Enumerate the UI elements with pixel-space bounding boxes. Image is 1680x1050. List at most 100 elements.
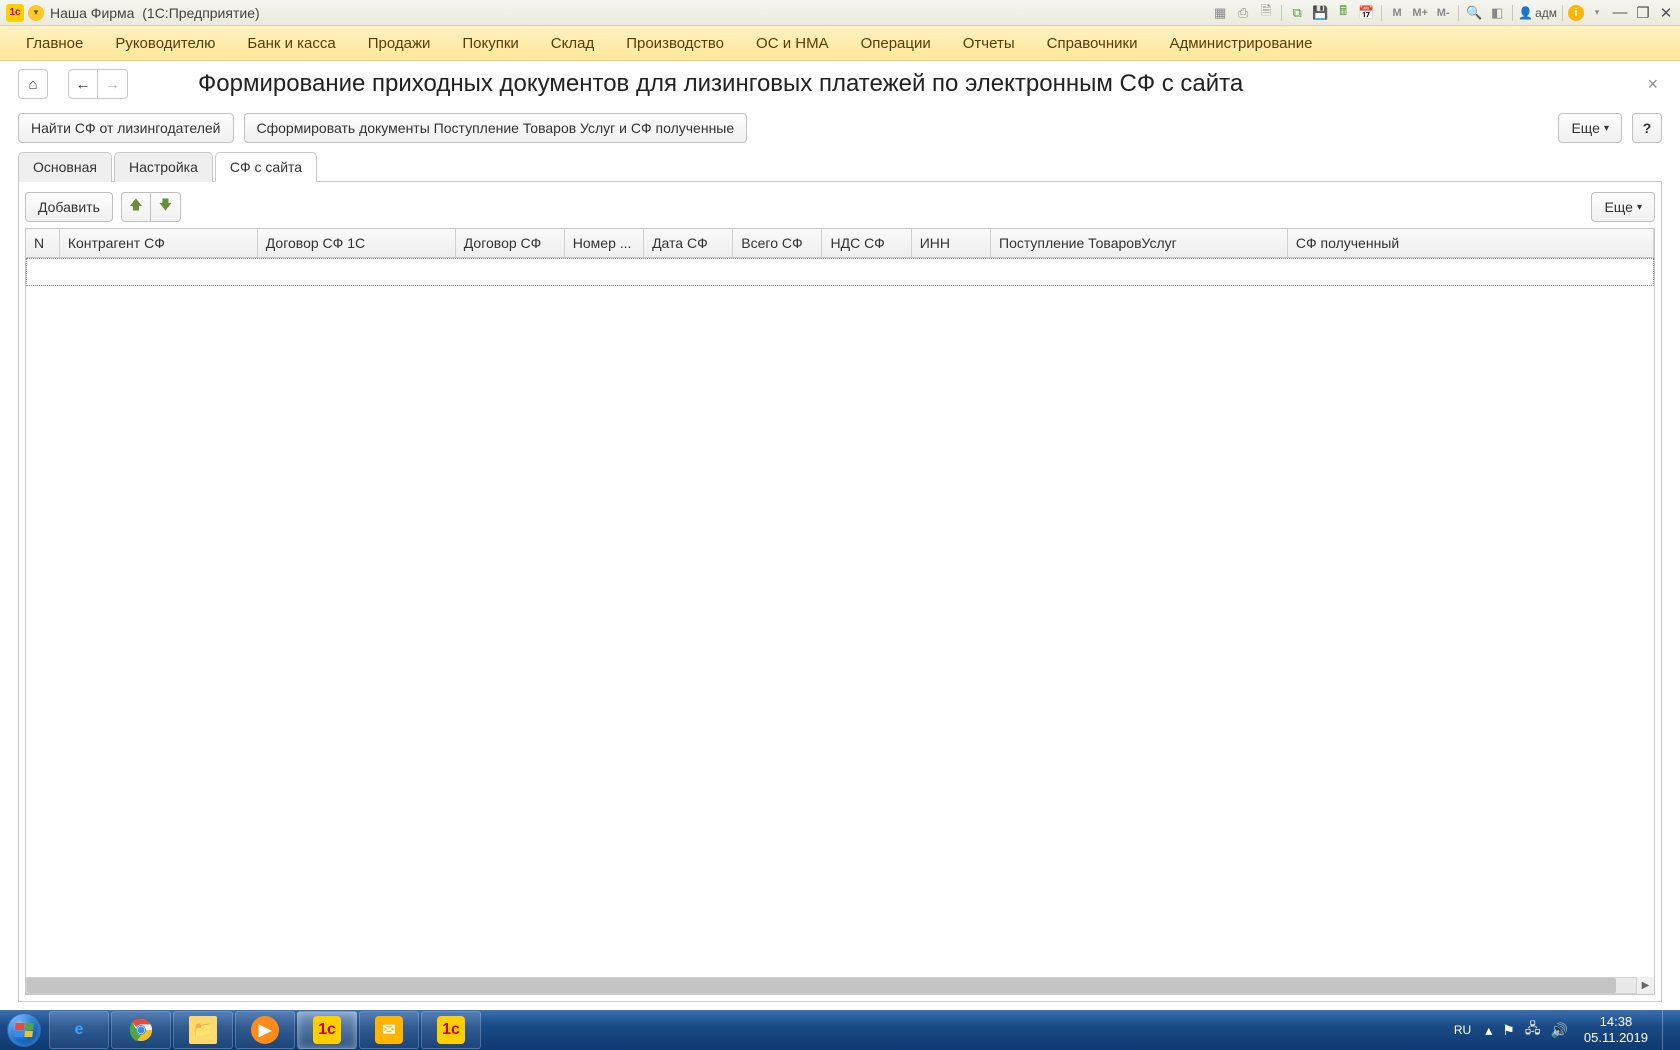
calculator-icon[interactable]: 🖩 (1333, 4, 1353, 22)
mail-icon: ✉ (375, 1016, 403, 1044)
user-icon: 👤 (1518, 6, 1533, 20)
forward-button[interactable]: → (98, 69, 128, 99)
home-button[interactable]: ⌂ (18, 69, 48, 99)
table-body[interactable] (26, 258, 1654, 977)
clock-date: 05.11.2019 (1584, 1030, 1648, 1046)
column-header-10[interactable]: СФ полученный (1288, 229, 1654, 257)
info-icon[interactable]: i (1568, 5, 1584, 21)
column-header-4[interactable]: Номер ... (565, 229, 644, 257)
menu-item-2[interactable]: Банк и касса (231, 27, 351, 60)
network-icon[interactable]: 🖧 (1525, 1018, 1541, 1042)
horizontal-scrollbar[interactable]: ▶ (26, 977, 1654, 994)
data-table[interactable]: NКонтрагент СФДоговор СФ 1СДоговор СФНом… (25, 228, 1655, 995)
tab-2[interactable]: СФ с сайта (215, 152, 317, 182)
add-button[interactable]: Добавить (25, 192, 113, 222)
menu-item-1[interactable]: Руководителю (99, 27, 231, 60)
tray-chevron-up-icon[interactable]: ▴ (1485, 1022, 1492, 1039)
menu-item-6[interactable]: Производство (610, 27, 740, 60)
more-button[interactable]: Еще▾ (1558, 113, 1622, 143)
taskbar-1c-2[interactable]: 1c (421, 1011, 481, 1049)
scroll-right-icon[interactable]: ▶ (1637, 977, 1654, 994)
flag-icon[interactable]: ⚑ (1502, 1022, 1515, 1039)
column-header-9[interactable]: Поступление ТоваровУслуг (991, 229, 1288, 257)
chevron-down-icon: ▾ (1637, 202, 1642, 213)
close-page-button[interactable]: × (1643, 70, 1662, 99)
show-desktop-button[interactable] (1662, 1010, 1674, 1050)
action-row: Найти СФ от лизингодателей Сформировать … (18, 113, 1662, 143)
search-icon[interactable]: 🔍 (1464, 4, 1484, 22)
title-bar: 1c ▾ Наша Фирма (1С:Предприятие) ▦ ⎙ 🗎 ⧉… (0, 0, 1680, 26)
taskbar-chrome[interactable] (111, 1011, 171, 1049)
minimize-button[interactable]: — (1610, 4, 1630, 21)
table-focus-row[interactable] (26, 258, 1654, 286)
tab-1[interactable]: Настройка (114, 152, 213, 182)
start-button[interactable] (0, 1010, 48, 1050)
app-menu-dropdown-icon[interactable]: ▾ (28, 5, 44, 21)
back-button[interactable]: ← (68, 69, 98, 99)
preview-icon[interactable]: ▦ (1210, 4, 1230, 22)
maximize-button[interactable]: ❐ (1633, 4, 1653, 22)
volume-icon[interactable]: 🔊 (1550, 1022, 1567, 1039)
save-icon[interactable]: 💾 (1310, 4, 1330, 22)
taskbar-media[interactable]: ▶ (235, 1011, 295, 1049)
help-button[interactable]: ? (1632, 113, 1662, 143)
compare-icon[interactable]: ⧉ (1287, 4, 1307, 22)
column-header-1[interactable]: Контрагент СФ (60, 229, 258, 257)
windows-logo-icon (14, 1023, 33, 1037)
arrow-down-icon: 🡇 (159, 196, 172, 218)
form-documents-button[interactable]: Сформировать документы Поступление Товар… (244, 113, 748, 143)
tab-more-button[interactable]: Еще▾ (1591, 192, 1655, 222)
menu-item-11[interactable]: Администрирование (1153, 27, 1328, 60)
menu-item-9[interactable]: Отчеты (947, 27, 1031, 60)
zoom-m-icon[interactable]: M (1387, 4, 1407, 22)
clock[interactable]: 14:38 05.11.2019 (1584, 1014, 1648, 1045)
menu-item-7[interactable]: ОС и НМА (740, 27, 845, 60)
panel-icon[interactable]: ◧ (1487, 4, 1507, 22)
column-header-2[interactable]: Договор СФ 1С (258, 229, 456, 257)
column-header-7[interactable]: НДС СФ (822, 229, 911, 257)
play-icon: ▶ (251, 1016, 279, 1044)
main-menu: ГлавноеРуководителюБанк и кассаПродажиПо… (0, 26, 1680, 61)
user-label[interactable]: 👤 адм (1518, 6, 1557, 20)
column-header-0[interactable]: N (26, 229, 60, 257)
menu-item-8[interactable]: Операции (845, 27, 947, 60)
zoom-mminus-icon[interactable]: M- (1433, 4, 1453, 22)
move-up-button[interactable]: 🡅 (121, 192, 151, 222)
system-tray: RU ▴ ⚑ 🖧 🔊 14:38 05.11.2019 (1454, 1010, 1680, 1050)
menu-item-3[interactable]: Продажи (352, 27, 447, 60)
column-header-8[interactable]: ИНН (912, 229, 991, 257)
taskbar-mail[interactable]: ✉ (359, 1011, 419, 1049)
calendar-icon[interactable]: 📅 (1356, 4, 1376, 22)
chrome-icon (127, 1016, 155, 1044)
taskbar-explorer[interactable]: 📁 (173, 1011, 233, 1049)
tab-0[interactable]: Основная (18, 152, 112, 182)
taskbar-1c-1[interactable]: 1c (297, 1011, 357, 1049)
folder-icon: 📁 (189, 1016, 217, 1044)
close-window-button[interactable]: ✕ (1656, 4, 1676, 22)
find-sf-button[interactable]: Найти СФ от лизингодателей (18, 113, 234, 143)
chevron-down-icon: ▾ (1604, 123, 1609, 134)
menu-item-5[interactable]: Склад (535, 27, 610, 60)
info-dropdown-icon[interactable]: ▾ (1587, 4, 1607, 22)
arrow-up-icon: 🡅 (129, 196, 142, 218)
column-header-5[interactable]: Дата СФ (644, 229, 733, 257)
arrow-right-icon: → (105, 76, 120, 93)
clock-time: 14:38 (1584, 1014, 1648, 1030)
document-icon[interactable]: 🗎 (1256, 4, 1276, 22)
taskbar-ie[interactable]: e (49, 1011, 109, 1049)
print-icon[interactable]: ⎙ (1233, 4, 1253, 22)
menu-item-0[interactable]: Главное (10, 27, 99, 60)
page-title: Формирование приходных документов для ли… (198, 70, 1243, 98)
language-indicator[interactable]: RU (1454, 1023, 1471, 1037)
column-header-6[interactable]: Всего СФ (733, 229, 822, 257)
taskbar: e 📁 ▶ 1c ✉ 1c RU ▴ ⚑ 🖧 🔊 14:38 05.11.201… (0, 1010, 1680, 1050)
move-down-button[interactable]: 🡇 (151, 192, 181, 222)
ie-icon: e (65, 1016, 93, 1044)
menu-item-4[interactable]: Покупки (446, 27, 534, 60)
zoom-mplus-icon[interactable]: M+ (1410, 4, 1430, 22)
menu-item-10[interactable]: Справочники (1031, 27, 1154, 60)
1c-icon: 1c (313, 1016, 341, 1044)
titlebar-tools: ▦ ⎙ 🗎 ⧉ 💾 🖩 📅 M M+ M- 🔍 ◧ 👤 адм i ▾ — ❐ … (1210, 4, 1680, 22)
column-header-3[interactable]: Договор СФ (456, 229, 565, 257)
nav-row: ⌂ ← → Формирование приходных документов … (18, 69, 1662, 99)
